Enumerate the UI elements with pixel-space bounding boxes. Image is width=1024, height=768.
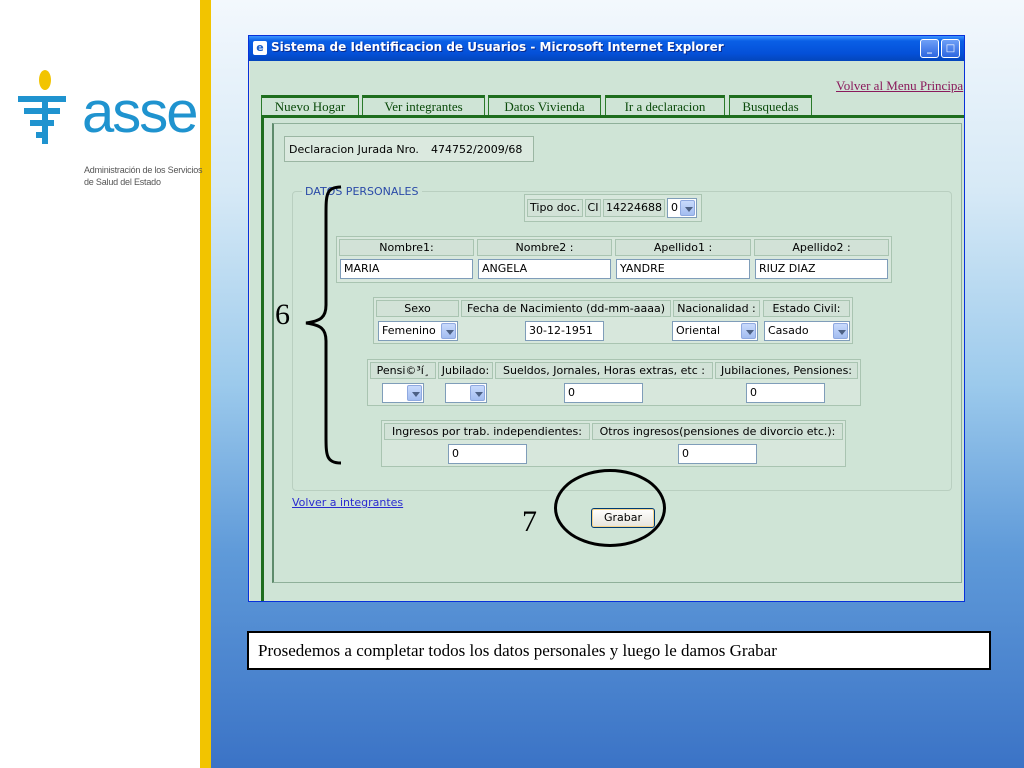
- chevron-down-icon: [741, 323, 756, 339]
- jubilaciones-header: Jubilaciones, Pensiones:: [715, 362, 858, 379]
- jubilado-select[interactable]: [445, 383, 487, 403]
- slide-accent-bar: [200, 0, 211, 768]
- estado-civil-select-value: Casado: [768, 324, 809, 337]
- otros-ingresos-input[interactable]: 0: [678, 444, 757, 464]
- tab-ver-integrantes[interactable]: Ver integrantes: [362, 95, 485, 115]
- slide-caption: Prosedemos a completar todos los datos p…: [247, 631, 991, 670]
- window-titlebar: e Sistema de Identificacion de Usuarios …: [249, 36, 964, 61]
- asse-logo-icon: [18, 70, 66, 144]
- estado-civil-header: Estado Civil:: [763, 300, 850, 317]
- apellido2-header: Apellido2 :: [754, 239, 889, 256]
- curly-brace-annotation: [305, 185, 342, 465]
- sexo-select-value: Femenino: [382, 324, 436, 337]
- tab-datos-vivienda[interactable]: Datos Vivienda: [488, 95, 601, 115]
- tipo-doc-select-value: 0: [671, 201, 678, 214]
- fecha-header: Fecha de Nacimiento (dd-mm-aaaa): [461, 300, 671, 317]
- otros-ingresos-header: Otros ingresos(pensiones de divorcio etc…: [592, 423, 843, 440]
- ingresos-indep-header: Ingresos por trab. independientes:: [384, 423, 590, 440]
- tipo-doc-label: Tipo doc.: [527, 199, 583, 217]
- pension-select[interactable]: [382, 383, 424, 403]
- chevron-down-icon: [680, 200, 695, 216]
- nombre2-header: Nombre2 :: [477, 239, 612, 256]
- estado-civil-select[interactable]: Casado: [764, 321, 850, 341]
- volver-menu-link[interactable]: Volver al Menu Principa: [836, 78, 963, 94]
- window-title: Sistema de Identificacion de Usuarios - …: [271, 40, 724, 54]
- tipo-doc-group: Tipo doc. CI 14224688 0: [524, 194, 702, 222]
- declaracion-label: Declaracion Jurada Nro.: [289, 143, 419, 156]
- asse-logo: asse Administración de los Servicios de …: [18, 68, 203, 198]
- volver-integrantes-link[interactable]: Volver a integrantes: [292, 496, 403, 509]
- tab-nuevo-hogar[interactable]: Nuevo Hogar: [261, 95, 359, 115]
- ie-icon: e: [253, 41, 267, 55]
- annotation-number-6: 6: [275, 298, 290, 331]
- sueldos-input[interactable]: 0: [564, 383, 643, 403]
- minimize-icon[interactable]: _: [920, 39, 939, 58]
- chevron-down-icon: [407, 385, 422, 401]
- nombre2-input[interactable]: ANGELA: [478, 259, 611, 279]
- apellido1-header: Apellido1 :: [615, 239, 751, 256]
- logo-wordmark: asse: [82, 80, 199, 145]
- annotation-number-7: 7: [522, 505, 537, 538]
- nacionalidad-header: Nacionalidad :: [673, 300, 760, 317]
- names-table: Nombre1: Nombre2 : Apellido1 : Apellido2…: [336, 236, 892, 283]
- nacionalidad-select-value: Oriental: [676, 324, 721, 337]
- datos-row-table: Sexo Fecha de Nacimiento (dd-mm-aaaa) Na…: [373, 297, 853, 344]
- jubilado-header: Jubilado:: [438, 362, 493, 379]
- tipo-doc-type: CI: [585, 199, 601, 217]
- tab-busquedas[interactable]: Busquedas: [729, 95, 812, 115]
- declaracion-number: 474752/2009/68: [431, 143, 523, 156]
- chevron-down-icon: [470, 385, 485, 401]
- jubilaciones-input[interactable]: 0: [746, 383, 825, 403]
- ingresos-row-table: Pensi©³í¸ Jubilado: Sueldos, Jornales, H…: [367, 359, 861, 406]
- chevron-down-icon: [833, 323, 848, 339]
- pension-header: Pensi©³í¸: [370, 362, 436, 379]
- chevron-down-icon: [441, 323, 456, 339]
- tipo-doc-number: 14224688: [603, 199, 665, 217]
- logo-subtitle-line1: Administración de los Servicios: [84, 165, 203, 175]
- tab-ir-a-declaracion[interactable]: Ir a declaracion: [605, 95, 725, 115]
- apellido1-input[interactable]: YANDRE: [616, 259, 750, 279]
- declaracion-box: Declaracion Jurada Nro. 474752/2009/68: [284, 136, 534, 162]
- sexo-header: Sexo: [376, 300, 459, 317]
- otros-ingresos-table: Ingresos por trab. independientes: Otros…: [381, 420, 846, 467]
- apellido2-input[interactable]: RIUZ DIAZ: [755, 259, 888, 279]
- ingresos-indep-input[interactable]: 0: [448, 444, 527, 464]
- circle-annotation: [554, 469, 666, 547]
- nombre1-header: Nombre1:: [339, 239, 474, 256]
- sueldos-header: Sueldos, Jornales, Horas extras, etc :: [495, 362, 713, 379]
- tipo-doc-select[interactable]: 0: [667, 198, 697, 218]
- maximize-icon[interactable]: □: [941, 39, 960, 58]
- nacionalidad-select[interactable]: Oriental: [672, 321, 758, 341]
- logo-subtitle-line2: de Salud del Estado: [84, 177, 161, 187]
- nombre1-input[interactable]: MARIA: [340, 259, 473, 279]
- fecha-nacimiento-input[interactable]: 30-12-1951: [525, 321, 604, 341]
- sexo-select[interactable]: Femenino: [378, 321, 458, 341]
